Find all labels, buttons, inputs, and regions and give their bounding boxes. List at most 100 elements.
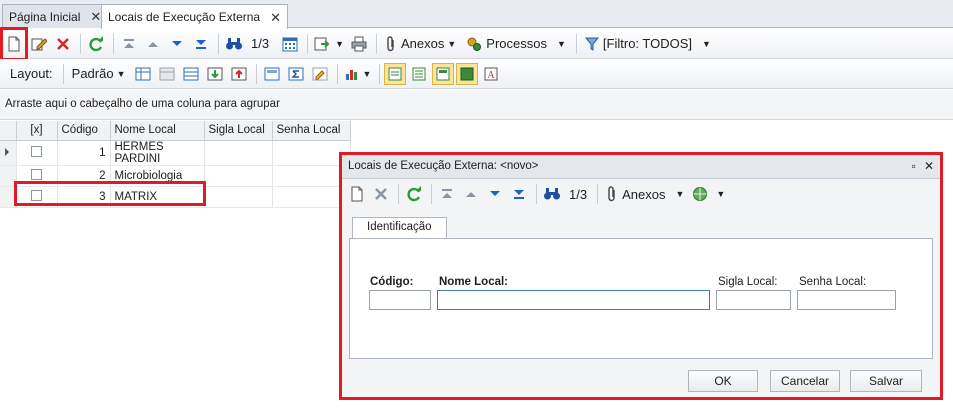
nome-local-field[interactable] [437, 290, 710, 310]
view-option-3-toggle[interactable] [432, 62, 455, 85]
dialog-refresh-button[interactable] [403, 183, 425, 205]
table-row[interactable]: 2 Microbiologia [0, 165, 351, 187]
cell-codigo[interactable]: 3 [57, 186, 111, 208]
calendar-button[interactable] [279, 33, 301, 55]
next-record-button[interactable] [166, 33, 188, 55]
codigo-label: Código: [370, 276, 414, 288]
close-icon[interactable]: ✕ [90, 10, 101, 23]
print-button[interactable] [348, 33, 370, 55]
column-header-nome-local[interactable]: Nome Local [110, 121, 205, 141]
column-header-senha-local[interactable]: Senha Local [272, 121, 351, 141]
dialog-last-record-button[interactable] [508, 183, 530, 205]
sigla-local-label: Sigla Local: [718, 276, 778, 288]
first-record-button[interactable] [118, 33, 140, 55]
dialog-find-button[interactable] [541, 183, 563, 205]
cell-sigla-local[interactable] [204, 140, 273, 166]
column-header-codigo[interactable]: Código [57, 121, 111, 141]
sigla-local-field[interactable] [716, 290, 791, 310]
filter-button[interactable]: [Filtro: TODOS] ▼ [581, 33, 715, 55]
toolbar-separator [218, 33, 219, 54]
dialog-previous-record-button[interactable] [460, 183, 482, 205]
chevron-down-icon: ▼ [702, 38, 711, 49]
arrow-up-icon [148, 41, 158, 47]
chevron-down-icon: ▼ [557, 38, 566, 49]
refresh-button[interactable] [85, 33, 107, 55]
cell-sigla-local[interactable] [204, 186, 273, 208]
dialog-window-controls: ▫ ✕ [912, 159, 934, 173]
cell-nome-local[interactable]: MATRIX [110, 186, 205, 208]
toolbar-separator [62, 63, 64, 84]
save-layout-button[interactable] [132, 63, 154, 85]
dialog-anexos-button[interactable]: Anexos ▼ [602, 183, 688, 205]
font-settings-button[interactable]: A [480, 63, 502, 85]
cell-nome-local[interactable]: HERMES PARDINI [110, 140, 205, 166]
dialog-next-record-button[interactable] [484, 183, 506, 205]
row-checkbox[interactable] [31, 168, 42, 180]
dialog-first-record-button[interactable] [436, 183, 458, 205]
toolbar-separator [376, 33, 377, 54]
globe-icon [693, 187, 708, 201]
toolbar-separator [398, 184, 399, 204]
maximize-icon[interactable]: ▫ [912, 159, 916, 173]
view-option-2-toggle[interactable] [408, 63, 430, 85]
row-select-cell[interactable] [16, 165, 58, 187]
highlight-button[interactable] [309, 63, 331, 85]
close-icon[interactable]: ✕ [270, 11, 281, 24]
find-button[interactable] [223, 33, 245, 55]
last-record-button[interactable] [190, 33, 212, 55]
save-button[interactable]: Salvar [850, 370, 922, 392]
current-row-arrow-icon [5, 147, 9, 156]
chevron-down-icon: ▼ [335, 38, 344, 49]
sum-footer-button[interactable] [285, 63, 307, 85]
previous-record-button[interactable] [142, 33, 164, 55]
dialog-new-button[interactable] [346, 183, 368, 205]
processos-button[interactable]: Processos ▼ [462, 33, 570, 55]
tab-identificacao[interactable]: Identificação [352, 217, 447, 239]
dialog-title-bar[interactable]: Locais de Execução Externa: <novo> ▫ ✕ [342, 155, 940, 179]
group-panel-button[interactable] [261, 63, 283, 85]
codigo-field[interactable] [369, 290, 431, 310]
export-layout-button[interactable] [228, 63, 250, 85]
dialog-delete-button[interactable] [370, 183, 392, 205]
new-record-button[interactable] [0, 26, 28, 61]
view-option-1-toggle[interactable] [384, 62, 407, 85]
chart-button[interactable]: ▼ [342, 63, 374, 85]
paperclip-icon [608, 186, 615, 202]
delete-record-button[interactable] [52, 33, 74, 55]
dialog-globe-button[interactable]: ▼ [690, 183, 727, 205]
cancel-button[interactable]: Cancelar [770, 370, 840, 392]
import-layout-button[interactable] [204, 63, 226, 85]
export-button[interactable]: ▼ [312, 33, 346, 55]
layout-preset-dropdown[interactable]: Padrão ▼ [68, 63, 130, 85]
row-indicator [0, 165, 17, 187]
tab-locais-execucao-externa[interactable]: Locais de Execução Externa ✕ [101, 4, 288, 29]
group-by-hint[interactable]: Arraste aqui o cabeçalho de uma coluna p… [0, 90, 953, 120]
edit-record-button[interactable] [28, 33, 50, 55]
toolbar-separator [575, 33, 577, 54]
chevron-down-icon: ▼ [716, 189, 726, 199]
cell-nome-local[interactable]: Microbiologia [110, 165, 205, 187]
table-row[interactable]: 1 HERMES PARDINI [0, 140, 351, 166]
view-option-4-toggle[interactable] [456, 62, 479, 85]
row-select-cell[interactable] [16, 140, 58, 166]
ok-button[interactable]: OK [688, 370, 758, 392]
row-select-cell[interactable] [16, 186, 58, 208]
binoculars-icon [226, 37, 242, 49]
anexos-button[interactable]: Anexos ▼ [381, 33, 460, 55]
cell-sigla-local[interactable] [204, 165, 273, 187]
close-icon[interactable]: ✕ [924, 159, 934, 173]
toolbar-separator [379, 63, 381, 84]
main-toolbar: 1/3 ▼ Anexos ▼ Processos ▼ [Filtro: TODO… [0, 26, 953, 61]
row-checkbox[interactable] [31, 145, 42, 157]
cell-codigo[interactable]: 2 [57, 165, 111, 187]
column-header-sigla-local[interactable]: Sigla Local [204, 121, 273, 141]
columns-layout-button[interactable] [180, 63, 202, 85]
restore-layout-button[interactable] [156, 63, 178, 85]
column-header-select[interactable]: [x] [16, 121, 58, 141]
row-checkbox[interactable] [31, 189, 42, 201]
cell-codigo[interactable]: 1 [57, 140, 111, 166]
delete-x-icon [57, 37, 69, 50]
table-row[interactable]: 3 MATRIX [0, 186, 351, 208]
tab-pagina-inicial[interactable]: Página Inicial ✕ [2, 4, 109, 28]
senha-local-field[interactable] [797, 290, 896, 310]
